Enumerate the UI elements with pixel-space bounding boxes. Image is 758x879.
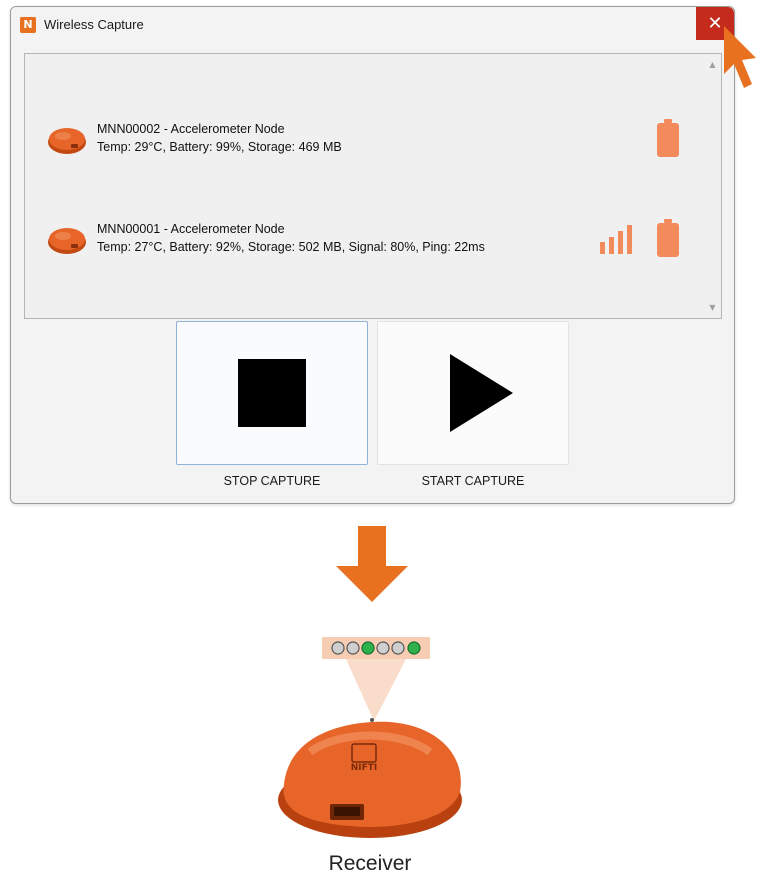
- list-item[interactable]: MNN00002 - Accelerometer Node Temp: 29°C…: [45, 114, 685, 164]
- stop-capture-label: STOP CAPTURE: [223, 474, 321, 488]
- battery-icon: [657, 219, 679, 257]
- stop-capture-button[interactable]: [176, 321, 368, 465]
- wireless-capture-window: N Wireless Capture ✕ ▲ ▼ MNN00002 - Acce…: [10, 6, 735, 504]
- nifti-logo-icon: N: [20, 17, 36, 33]
- start-capture-button[interactable]: [377, 321, 569, 465]
- device-info: Temp: 27°C, Battery: 92%, Storage: 502 M…: [97, 240, 485, 254]
- led-off: [331, 641, 345, 655]
- svg-text:NIFTI: NIFTI: [351, 763, 378, 773]
- device-name: MNN00002 - Accelerometer Node: [97, 122, 285, 136]
- mouse-cursor-icon: [724, 26, 756, 88]
- accelerometer-node-icon: [48, 228, 86, 254]
- down-arrow-icon: [336, 526, 408, 602]
- list-item[interactable]: MNN00001 - Accelerometer Node Temp: 27°C…: [45, 214, 685, 264]
- scroll-down-arrow-icon[interactable]: ▼: [704, 299, 721, 316]
- scrollbar[interactable]: ▲ ▼: [704, 54, 721, 318]
- scroll-up-arrow-icon[interactable]: ▲: [704, 56, 721, 73]
- device-info: Temp: 29°C, Battery: 99%, Storage: 469 M…: [97, 140, 342, 154]
- receiver-label: Receiver: [328, 852, 412, 875]
- led-on: [361, 641, 375, 655]
- receiver-device-image: NIFTI: [278, 718, 462, 838]
- start-capture-label: START CAPTURE: [421, 474, 525, 488]
- title-bar: N Wireless Capture ✕: [11, 7, 734, 43]
- led-off: [391, 641, 405, 655]
- stop-square-icon: [238, 359, 306, 427]
- device-list[interactable]: ▲ ▼ MNN00002 - Accelerometer Node Temp: …: [24, 53, 722, 319]
- battery-icon: [657, 119, 679, 157]
- device-name: MNN00001 - Accelerometer Node: [97, 222, 285, 236]
- receiver-led-panel: [322, 637, 430, 721]
- window-title: Wireless Capture: [44, 17, 144, 32]
- led-off: [346, 641, 360, 655]
- led-off: [376, 641, 390, 655]
- led-on: [407, 641, 421, 655]
- accelerometer-node-icon: [48, 128, 86, 154]
- close-icon: ✕: [707, 13, 723, 34]
- signal-bars-icon: [600, 225, 632, 254]
- play-triangle-icon: [450, 354, 513, 432]
